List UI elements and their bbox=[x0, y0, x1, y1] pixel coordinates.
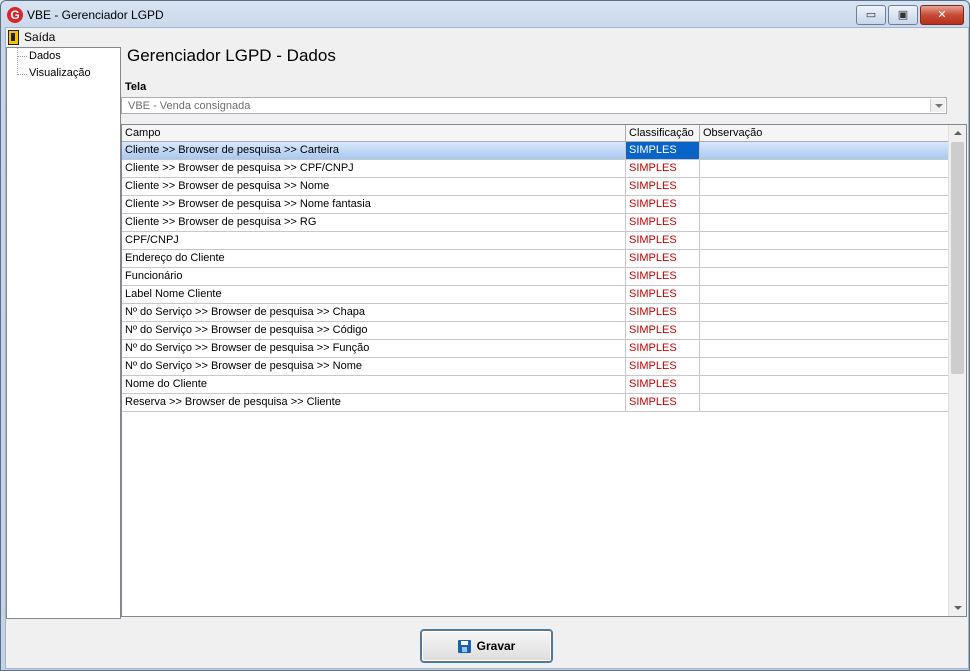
tela-select-value: VBE - Venda consignada bbox=[128, 100, 251, 112]
cell-observacao[interactable] bbox=[700, 232, 949, 249]
cell-observacao[interactable] bbox=[700, 322, 949, 339]
vertical-scrollbar[interactable] bbox=[948, 125, 966, 616]
column-header-classificacao[interactable]: Classificação bbox=[626, 125, 700, 141]
cell-classificacao[interactable]: SIMPLES bbox=[626, 376, 700, 393]
app-logo-icon: G bbox=[7, 7, 23, 23]
cell-classificacao[interactable]: SIMPLES bbox=[626, 196, 700, 213]
cell-campo[interactable]: Funcionário bbox=[122, 268, 626, 285]
tree-branch bbox=[17, 56, 27, 57]
title-bar[interactable]: G VBE - Gerenciador LGPD ▭ ▣ ✕ bbox=[1, 1, 969, 29]
cell-observacao[interactable] bbox=[700, 340, 949, 357]
table-row[interactable]: Cliente >> Browser de pesquisa >> Nome SI… bbox=[122, 178, 949, 196]
cell-campo[interactable]: Nome do Cliente bbox=[122, 376, 626, 393]
column-header-observacao[interactable]: Observação bbox=[700, 125, 949, 141]
table-row[interactable]: Cliente >> Browser de pesquisa >> Cartei… bbox=[122, 142, 949, 160]
cell-observacao[interactable] bbox=[700, 394, 949, 411]
tree-item-visualizacao[interactable]: Visualização bbox=[29, 67, 91, 79]
app-window: G VBE - Gerenciador LGPD ▭ ▣ ✕ Saída Dad… bbox=[0, 0, 970, 671]
table-row[interactable]: Funcionário SIMPLES bbox=[122, 268, 949, 286]
cell-campo[interactable]: Cliente >> Browser de pesquisa >> RG bbox=[122, 214, 626, 231]
cell-campo[interactable]: Cliente >> Browser de pesquisa >> Cartei… bbox=[122, 142, 626, 159]
save-button-label: Gravar bbox=[476, 639, 516, 653]
cell-classificacao[interactable]: SIMPLES bbox=[626, 304, 700, 321]
page-title: Gerenciador LGPD - Dados bbox=[127, 46, 336, 65]
exit-door-icon bbox=[8, 29, 19, 45]
cell-classificacao[interactable]: SIMPLES bbox=[626, 232, 700, 249]
cell-campo[interactable]: Nº do Serviço >> Browser de pesquisa >> … bbox=[122, 322, 626, 339]
maximize-button[interactable]: ▣ bbox=[888, 5, 918, 25]
scroll-down-icon[interactable] bbox=[949, 599, 966, 616]
cell-campo[interactable]: Label Nome Cliente bbox=[122, 286, 626, 303]
cell-observacao[interactable] bbox=[700, 214, 949, 231]
cell-observacao[interactable] bbox=[700, 268, 949, 285]
cell-classificacao[interactable]: SIMPLES bbox=[626, 358, 700, 375]
table-row[interactable]: Label Nome Cliente SIMPLES bbox=[122, 286, 949, 304]
cell-campo[interactable]: Endereço do Cliente bbox=[122, 250, 626, 267]
cell-classificacao[interactable]: SIMPLES bbox=[626, 286, 700, 303]
cell-campo[interactable]: Nº do Serviço >> Browser de pesquisa >> … bbox=[122, 340, 626, 357]
cell-classificacao[interactable]: SIMPLES bbox=[626, 340, 700, 357]
table-row[interactable]: Reserva >> Browser de pesquisa >> Client… bbox=[122, 394, 949, 412]
column-header-campo[interactable]: Campo bbox=[122, 125, 626, 141]
menu-exit[interactable]: Saída bbox=[8, 29, 55, 45]
menu-exit-label: Saída bbox=[24, 30, 56, 44]
chevron-down-icon[interactable] bbox=[930, 99, 945, 112]
cell-observacao[interactable] bbox=[700, 178, 949, 195]
cell-observacao[interactable] bbox=[700, 376, 949, 393]
window-controls: ▭ ▣ ✕ bbox=[854, 5, 964, 25]
menu-bar: Saída bbox=[6, 28, 968, 46]
table-row[interactable]: Nº do Serviço >> Browser de pesquisa >> … bbox=[122, 340, 949, 358]
table-row[interactable]: Nº do Serviço >> Browser de pesquisa >> … bbox=[122, 358, 949, 376]
table-row[interactable]: Endereço do Cliente SIMPLES bbox=[122, 250, 949, 268]
minimize-button[interactable]: ▭ bbox=[856, 5, 886, 25]
cell-campo[interactable]: CPF/CNPJ bbox=[122, 232, 626, 249]
cell-campo[interactable]: Nº do Serviço >> Browser de pesquisa >> … bbox=[122, 304, 626, 321]
cell-observacao[interactable] bbox=[700, 250, 949, 267]
cell-classificacao[interactable]: SIMPLES bbox=[626, 250, 700, 267]
table-row[interactable]: CPF/CNPJ SIMPLES bbox=[122, 232, 949, 250]
cell-observacao[interactable] bbox=[700, 142, 949, 159]
tree-item-dados[interactable]: Dados bbox=[29, 50, 61, 62]
cell-campo[interactable]: Cliente >> Browser de pesquisa >> Nome f… bbox=[122, 196, 626, 213]
cell-observacao[interactable] bbox=[700, 304, 949, 321]
table-row[interactable]: Cliente >> Browser de pesquisa >> CPF/CN… bbox=[122, 160, 949, 178]
cell-classificacao[interactable]: SIMPLES bbox=[626, 142, 700, 159]
table-row[interactable]: Nome do Cliente SIMPLES bbox=[122, 376, 949, 394]
floppy-disk-icon bbox=[457, 639, 471, 653]
tree-connector bbox=[17, 48, 18, 75]
table-row[interactable]: Nº do Serviço >> Browser de pesquisa >> … bbox=[122, 304, 949, 322]
scroll-thumb[interactable] bbox=[951, 142, 964, 374]
cell-campo[interactable]: Reserva >> Browser de pesquisa >> Client… bbox=[122, 394, 626, 411]
close-button[interactable]: ✕ bbox=[920, 5, 964, 25]
cell-campo[interactable]: Cliente >> Browser de pesquisa >> Nome bbox=[122, 178, 626, 195]
cell-observacao[interactable] bbox=[700, 358, 949, 375]
cell-classificacao[interactable]: SIMPLES bbox=[626, 268, 700, 285]
cell-classificacao[interactable]: SIMPLES bbox=[626, 160, 700, 177]
cell-observacao[interactable] bbox=[700, 286, 949, 303]
navigation-tree: Dados Visualização bbox=[6, 47, 121, 619]
table-row[interactable]: Cliente >> Browser de pesquisa >> Nome f… bbox=[122, 196, 949, 214]
tree-branch bbox=[17, 74, 27, 75]
fields-grid: Campo Classificação Observação Cliente >… bbox=[121, 124, 967, 617]
window-title: VBE - Gerenciador LGPD bbox=[27, 8, 164, 22]
table-row[interactable]: Nº do Serviço >> Browser de pesquisa >> … bbox=[122, 322, 949, 340]
client-area: Saída Dados Visualização Gerenciador LGP… bbox=[5, 27, 969, 669]
grid-header: Campo Classificação Observação bbox=[122, 125, 949, 142]
cell-campo[interactable]: Cliente >> Browser de pesquisa >> CPF/CN… bbox=[122, 160, 626, 177]
tela-label: Tela bbox=[125, 81, 147, 93]
scroll-up-icon[interactable] bbox=[949, 125, 966, 142]
cell-classificacao[interactable]: SIMPLES bbox=[626, 322, 700, 339]
cell-campo[interactable]: Nº do Serviço >> Browser de pesquisa >> … bbox=[122, 358, 626, 375]
cell-observacao[interactable] bbox=[700, 196, 949, 213]
table-row[interactable]: Cliente >> Browser de pesquisa >> RG SIMP… bbox=[122, 214, 949, 232]
cell-classificacao[interactable]: SIMPLES bbox=[626, 214, 700, 231]
cell-classificacao[interactable]: SIMPLES bbox=[626, 178, 700, 195]
save-button[interactable]: Gravar bbox=[420, 629, 553, 663]
cell-observacao[interactable] bbox=[700, 160, 949, 177]
cell-classificacao[interactable]: SIMPLES bbox=[626, 394, 700, 411]
grid-rows: Cliente >> Browser de pesquisa >> Cartei… bbox=[122, 142, 949, 412]
tela-select[interactable]: VBE - Venda consignada bbox=[121, 97, 947, 114]
